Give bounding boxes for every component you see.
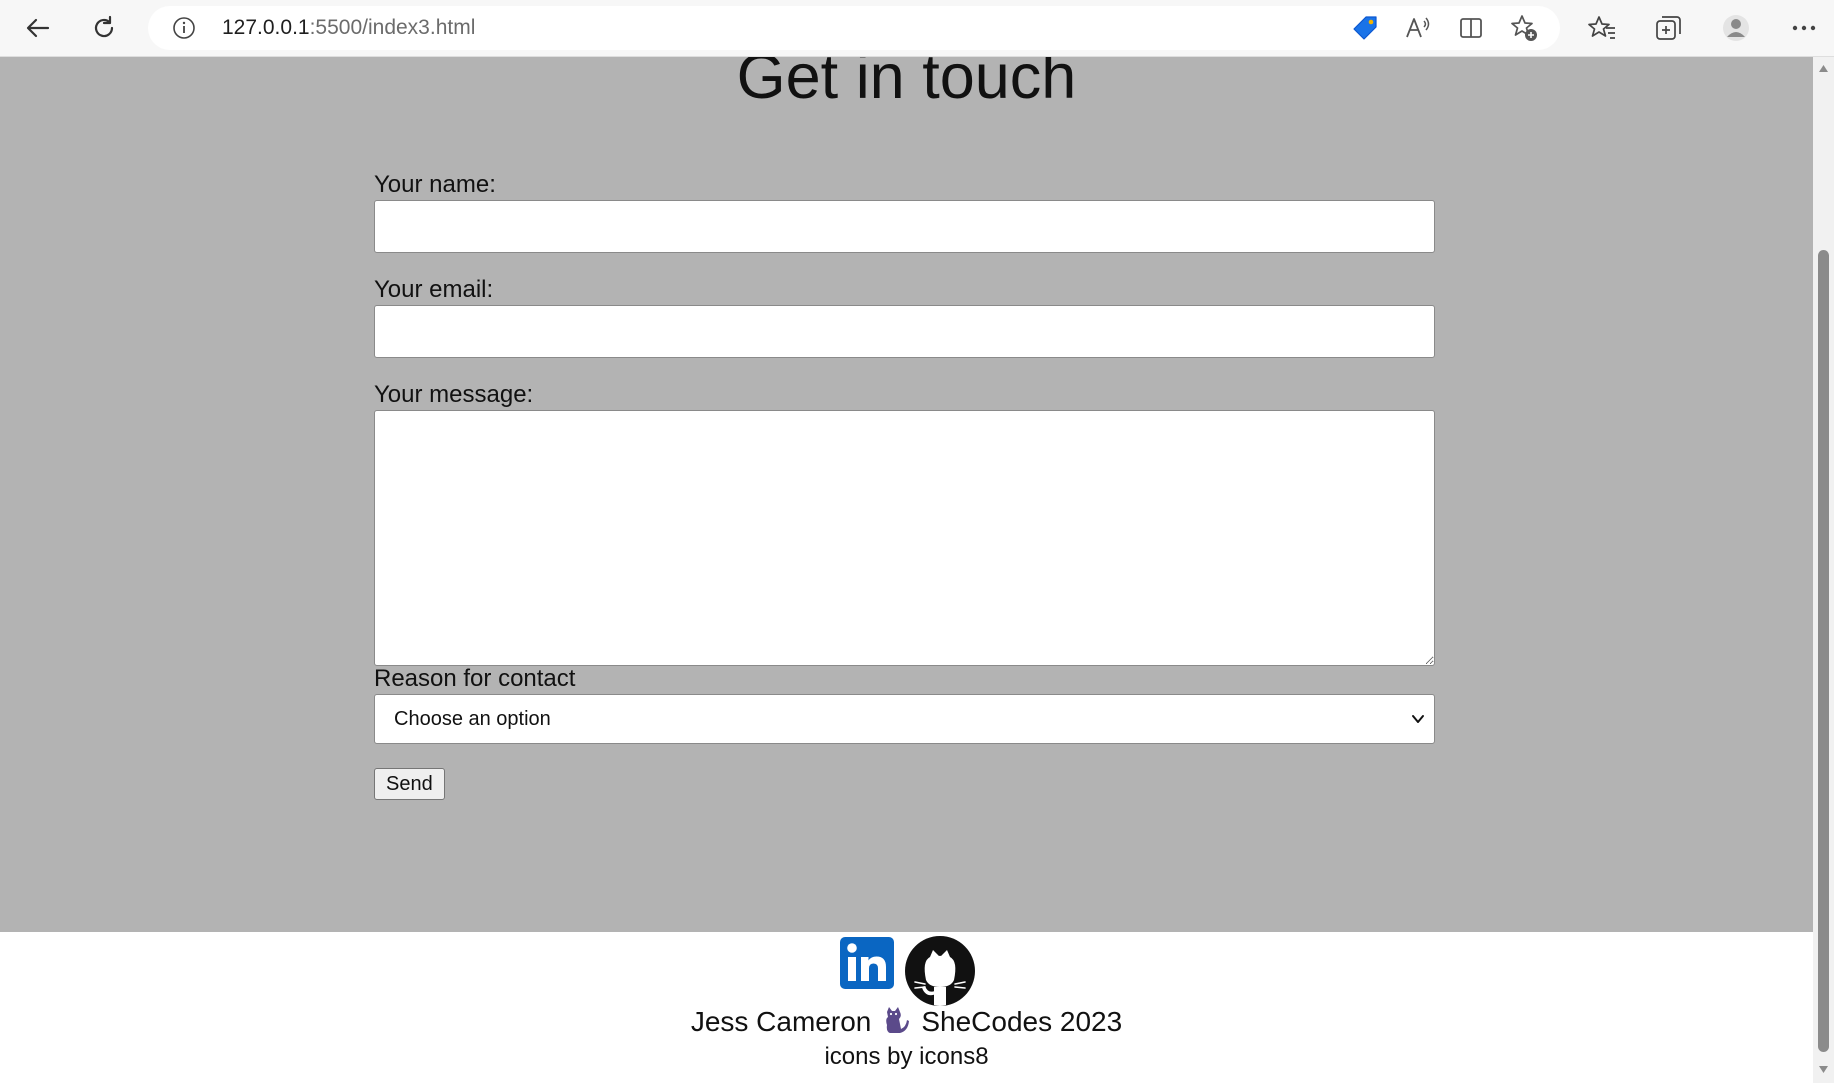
url-path: :5500/index3.html bbox=[309, 16, 476, 39]
message-textarea[interactable] bbox=[374, 410, 1435, 666]
back-button[interactable] bbox=[18, 8, 58, 48]
vertical-scrollbar[interactable] bbox=[1813, 57, 1834, 1083]
footer: Jess Cameron SheCodes 2023 icons by icon… bbox=[0, 932, 1813, 1083]
github-link[interactable] bbox=[904, 935, 976, 1012]
icons-credit: icons by icons8 bbox=[824, 1043, 989, 1070]
reason-selected-value: Choose an option bbox=[394, 708, 551, 730]
scroll-up-arrow-icon[interactable] bbox=[1818, 63, 1829, 74]
add-favorite-icon[interactable] bbox=[1509, 13, 1539, 43]
page-viewport: Get in touch Your name: Your email: Your… bbox=[0, 57, 1813, 1083]
site-info-icon[interactable] bbox=[172, 16, 196, 40]
github-icon bbox=[905, 936, 975, 1006]
email-label: Your email: bbox=[374, 276, 494, 303]
shopping-tag-icon[interactable] bbox=[1350, 13, 1380, 43]
message-label: Your message: bbox=[374, 381, 534, 408]
email-input[interactable] bbox=[374, 305, 1435, 358]
browser-toolbar: 127.0.0.1:5500/index3.html bbox=[0, 0, 1834, 57]
favorites-icon[interactable] bbox=[1584, 10, 1620, 46]
read-aloud-icon[interactable] bbox=[1403, 13, 1433, 43]
refresh-icon bbox=[94, 15, 114, 38]
page-title: Get in touch bbox=[736, 57, 1077, 112]
profile-icon[interactable] bbox=[1718, 10, 1754, 46]
refresh-button[interactable] bbox=[84, 8, 124, 48]
reason-select[interactable]: Choose an option bbox=[374, 694, 1435, 744]
send-button[interactable]: Send bbox=[374, 768, 445, 800]
scroll-down-arrow-icon[interactable] bbox=[1818, 1064, 1829, 1075]
reason-label: Reason for contact bbox=[374, 665, 576, 692]
name-label: Your name: bbox=[374, 171, 496, 198]
contact-section: Get in touch Your name: Your email: Your… bbox=[0, 57, 1813, 932]
split-screen-icon[interactable] bbox=[1456, 13, 1486, 43]
back-arrow-icon bbox=[26, 18, 50, 38]
address-bar[interactable]: 127.0.0.1:5500/index3.html bbox=[148, 6, 1560, 50]
footer-credits: Jess Cameron SheCodes 2023 bbox=[0, 1005, 1813, 1042]
url-host: 127.0.0.1 bbox=[222, 16, 310, 39]
name-input[interactable] bbox=[374, 200, 1435, 253]
chevron-down-icon bbox=[1412, 715, 1424, 723]
linkedin-link[interactable] bbox=[839, 935, 895, 996]
collections-icon[interactable] bbox=[1650, 10, 1686, 46]
org-name: SheCodes 2023 bbox=[921, 1006, 1123, 1037]
url-text[interactable]: 127.0.0.1:5500/index3.html bbox=[222, 6, 475, 50]
linkedin-icon bbox=[840, 937, 894, 989]
more-icon[interactable] bbox=[1786, 10, 1822, 46]
author-name: Jess Cameron bbox=[690, 1006, 872, 1037]
cat-icon bbox=[881, 1005, 911, 1042]
scrollbar-thumb[interactable] bbox=[1818, 250, 1829, 1052]
